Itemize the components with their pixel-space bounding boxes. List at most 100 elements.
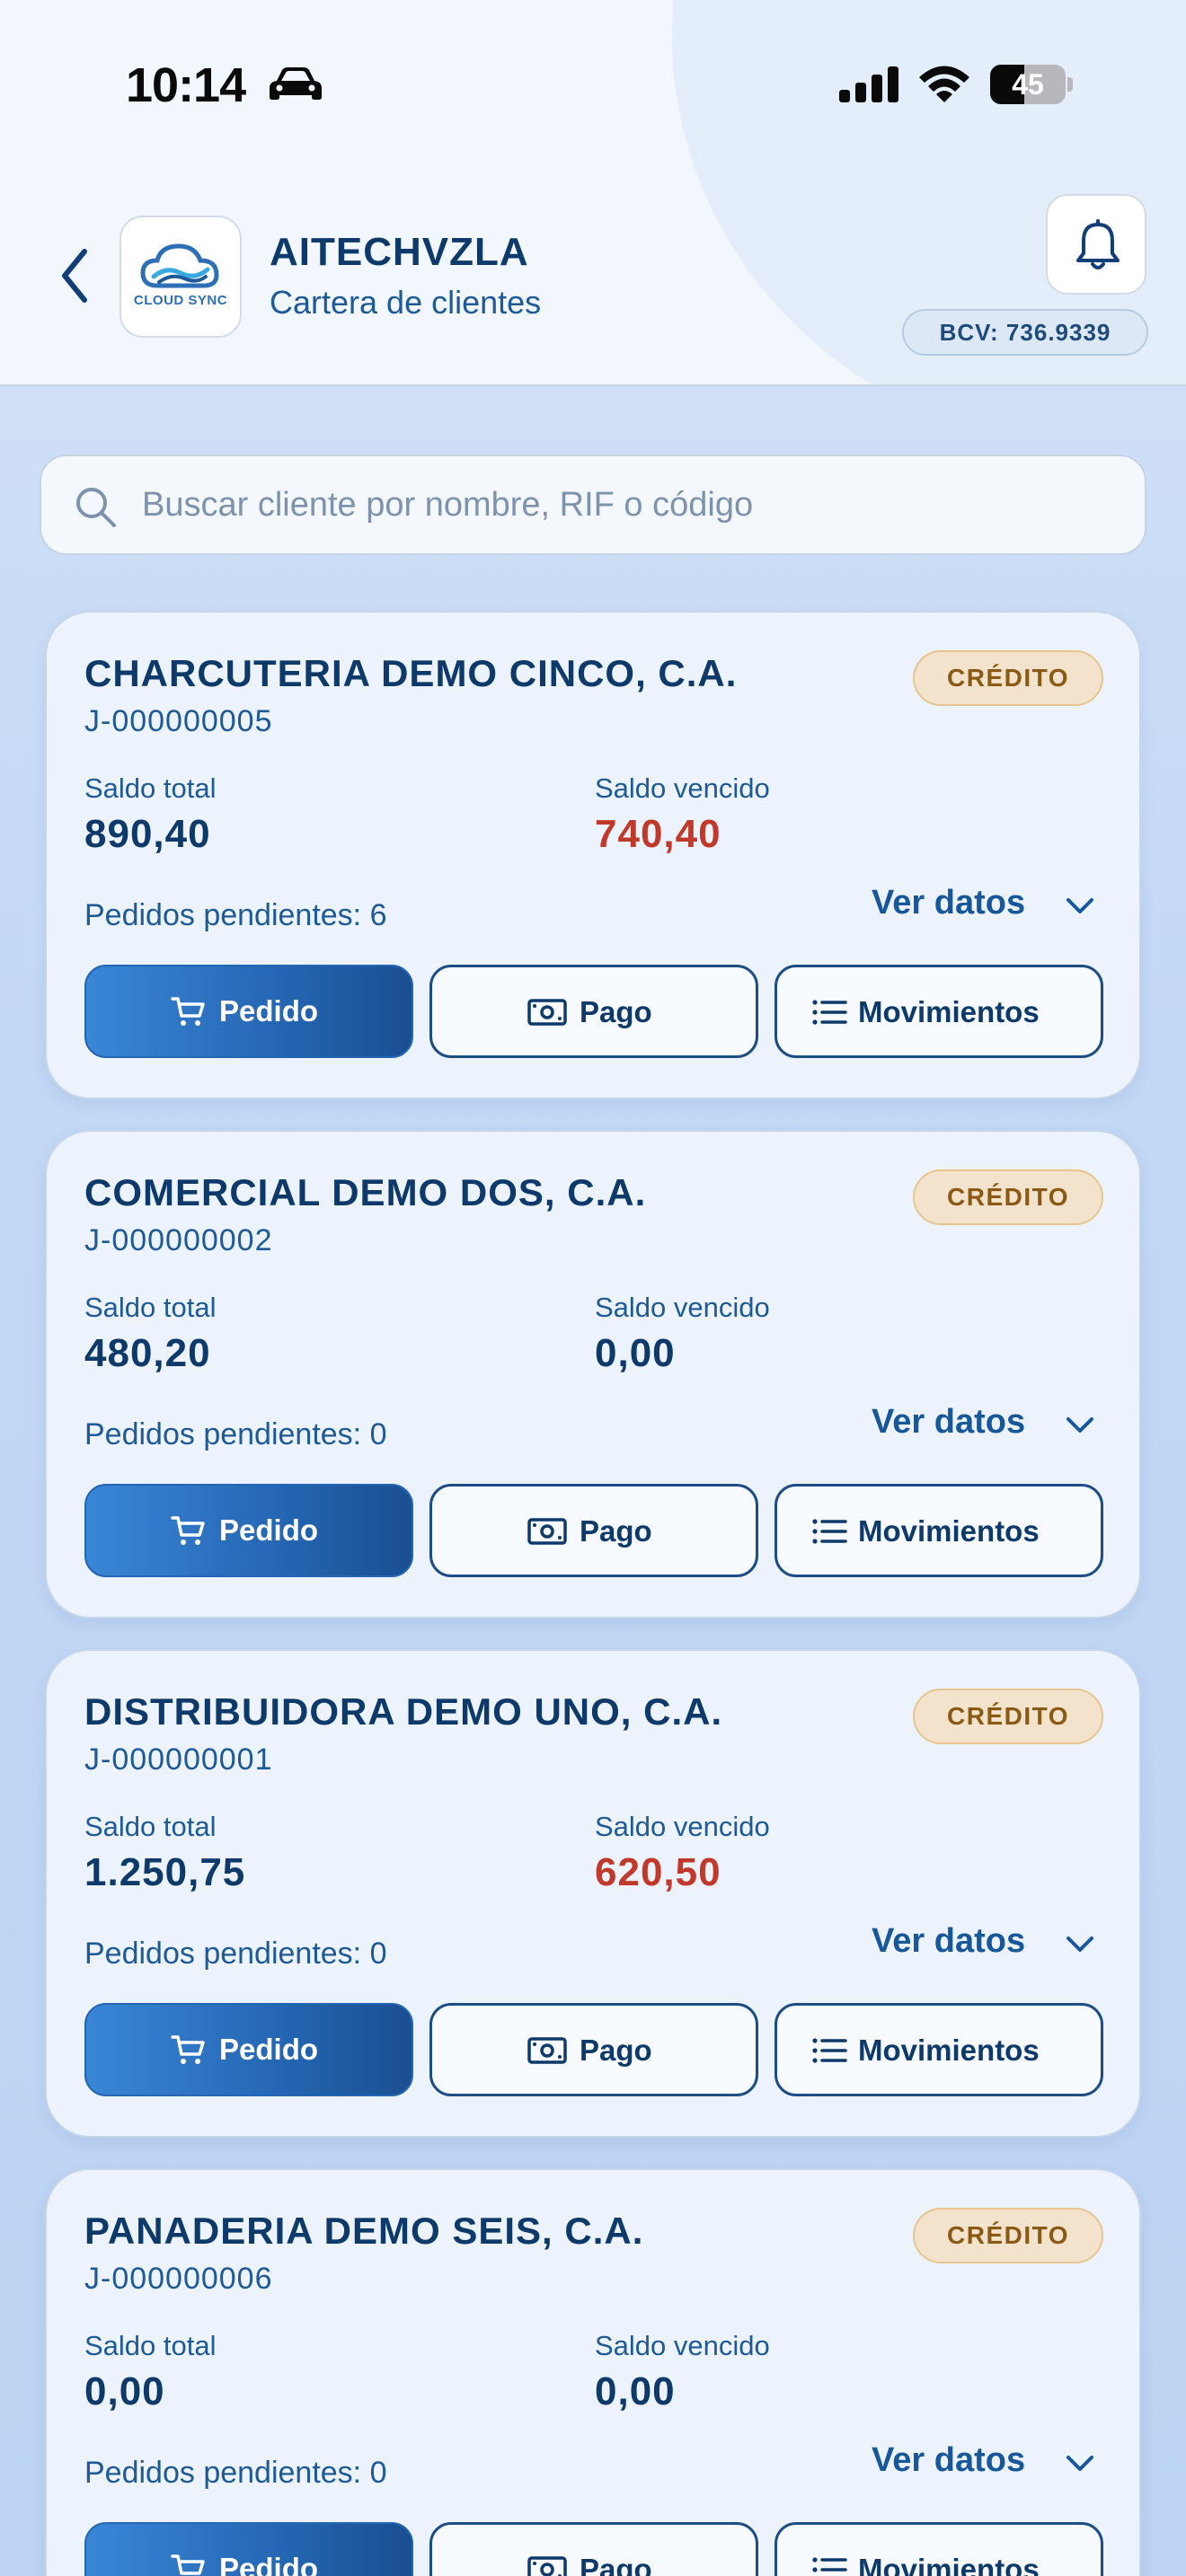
chevron-left-icon [62, 249, 87, 303]
pedido-label: Pedido [219, 1513, 319, 1547]
chevron-down-icon [1067, 1936, 1093, 1952]
pago-button[interactable]: Pago [429, 2522, 758, 2576]
pending-orders: Pedidos pendientes: 6 [84, 898, 387, 932]
bell-icon [1076, 219, 1120, 269]
battery-icon: 45 [990, 65, 1073, 104]
pedido-button[interactable]: Pedido [84, 2003, 413, 2096]
movimientos-button[interactable]: Movimientos [774, 1484, 1103, 1577]
cart-icon [171, 1516, 205, 1545]
saldo-total-value: 890,40 [84, 812, 211, 856]
pedido-button[interactable]: Pedido [84, 965, 413, 1058]
pago-button[interactable]: Pago [429, 2003, 758, 2096]
notifications-button[interactable] [1046, 194, 1146, 295]
saldo-total-value: 1.250,75 [84, 1850, 246, 1894]
page-subtitle: Cartera de clientes [270, 284, 542, 321]
ver-datos-toggle[interactable]: Ver datos [872, 1403, 1093, 1448]
cash-icon [527, 999, 567, 1026]
client-name: COMERCIAL DEMO DOS, C.A. [84, 1171, 647, 1213]
movimientos-label: Movimientos [858, 2033, 1040, 2067]
saldo-vencido-value: 740,40 [595, 812, 721, 856]
pending-orders: Pedidos pendientes: 0 [84, 1417, 387, 1451]
logo-text: CLOUD SYNC [133, 293, 228, 308]
client-rif: J-000000006 [84, 2262, 273, 2296]
client-name: PANADERIA DEMO SEIS, C.A. [84, 2210, 644, 2252]
client-rif: J-000000001 [84, 1742, 273, 1777]
credit-badge: CRÉDITO [913, 2208, 1103, 2263]
pedido-button[interactable]: Pedido [84, 2522, 413, 2576]
client-card: COMERCIAL DEMO DOS, C.A. J-000000002 CRÉ… [45, 1130, 1141, 1619]
client-card: DISTRIBUIDORA DEMO UNO, C.A. J-000000001… [45, 1649, 1141, 2138]
ver-datos-label: Ver datos [872, 1922, 1026, 1960]
saldo-vencido-value: 0,00 [595, 1331, 676, 1375]
credit-badge: CRÉDITO [913, 1689, 1103, 1744]
cart-icon [171, 2035, 205, 2064]
status-bar: 10:14 45 [0, 0, 1186, 171]
ver-datos-toggle[interactable]: Ver datos [872, 1922, 1093, 1967]
movimientos-button[interactable]: Movimientos [774, 965, 1103, 1058]
chevron-down-icon [1067, 1417, 1093, 1433]
pago-label: Pago [580, 995, 652, 1028]
pago-label: Pago [580, 2033, 652, 2067]
saldo-total-value: 0,00 [84, 2369, 165, 2413]
client-rif: J-000000005 [84, 704, 273, 738]
saldo-vencido-value: 620,50 [595, 1850, 721, 1894]
saldo-vencido-label: Saldo vencido [595, 1811, 770, 1842]
cellular-signal-icon [839, 66, 900, 107]
wifi-icon [916, 63, 972, 109]
cash-icon [527, 1518, 567, 1545]
movimientos-label: Movimientos [858, 2553, 1040, 2576]
pending-orders: Pedidos pendientes: 0 [84, 2456, 387, 2490]
saldo-total-label: Saldo total [84, 2330, 217, 2361]
pedido-label: Pedido [219, 2033, 319, 2066]
car-icon [268, 66, 323, 107]
ver-datos-label: Ver datos [872, 884, 1026, 922]
ver-datos-label: Ver datos [872, 2441, 1026, 2479]
pedido-label: Pedido [219, 994, 319, 1028]
pedido-button[interactable]: Pedido [84, 1484, 413, 1577]
list-icon [812, 2038, 847, 2063]
cart-icon [171, 997, 205, 1026]
list-icon [812, 2557, 847, 2572]
saldo-total-label: Saldo total [84, 1292, 217, 1323]
cash-icon [527, 2037, 567, 2064]
pedido-label: Pedido [219, 2552, 319, 2576]
search-input[interactable] [142, 456, 1130, 553]
cash-icon [527, 2556, 567, 2576]
movimientos-label: Movimientos [858, 995, 1040, 1028]
saldo-total-label: Saldo total [84, 772, 217, 804]
status-time: 10:14 [126, 58, 246, 112]
ver-datos-label: Ver datos [872, 1403, 1026, 1441]
pago-label: Pago [580, 2553, 652, 2576]
saldo-vencido-label: Saldo vencido [595, 772, 770, 804]
ver-datos-toggle[interactable]: Ver datos [872, 884, 1093, 929]
client-rif: J-000000002 [84, 1223, 273, 1257]
credit-badge: CRÉDITO [913, 1169, 1103, 1225]
cart-icon [171, 2554, 205, 2575]
movimientos-button[interactable]: Movimientos [774, 2003, 1103, 2096]
company-logo: CLOUD SYNC [119, 216, 242, 338]
battery-level: 45 [1012, 68, 1044, 101]
ver-datos-toggle[interactable]: Ver datos [872, 2441, 1093, 2486]
client-card: CHARCUTERIA DEMO CINCO, C.A. J-000000005… [45, 611, 1141, 1099]
pago-label: Pago [580, 1514, 652, 1548]
saldo-total-label: Saldo total [84, 1811, 217, 1842]
saldo-vencido-label: Saldo vencido [595, 2330, 770, 2361]
chevron-down-icon [1067, 2456, 1093, 2471]
movimientos-label: Movimientos [858, 1514, 1040, 1548]
chevron-down-icon [1067, 898, 1093, 913]
credit-badge: CRÉDITO [913, 650, 1103, 706]
saldo-vencido-label: Saldo vencido [595, 1292, 770, 1323]
back-button[interactable] [54, 244, 99, 307]
saldo-vencido-value: 0,00 [595, 2369, 676, 2413]
client-card: PANADERIA DEMO SEIS, C.A. J-000000006 CR… [45, 2168, 1141, 2576]
movimientos-button[interactable]: Movimientos [774, 2522, 1103, 2576]
list-icon [812, 1519, 847, 1544]
company-name: AITECHVZLA [270, 230, 529, 274]
client-name: DISTRIBUIDORA DEMO UNO, C.A. [84, 1690, 723, 1733]
pago-button[interactable]: Pago [429, 965, 758, 1058]
search-icon [76, 488, 116, 527]
pago-button[interactable]: Pago [429, 1484, 758, 1577]
search-bar[interactable] [40, 454, 1146, 555]
pending-orders: Pedidos pendientes: 0 [84, 1936, 387, 1971]
saldo-total-value: 480,20 [84, 1331, 211, 1375]
